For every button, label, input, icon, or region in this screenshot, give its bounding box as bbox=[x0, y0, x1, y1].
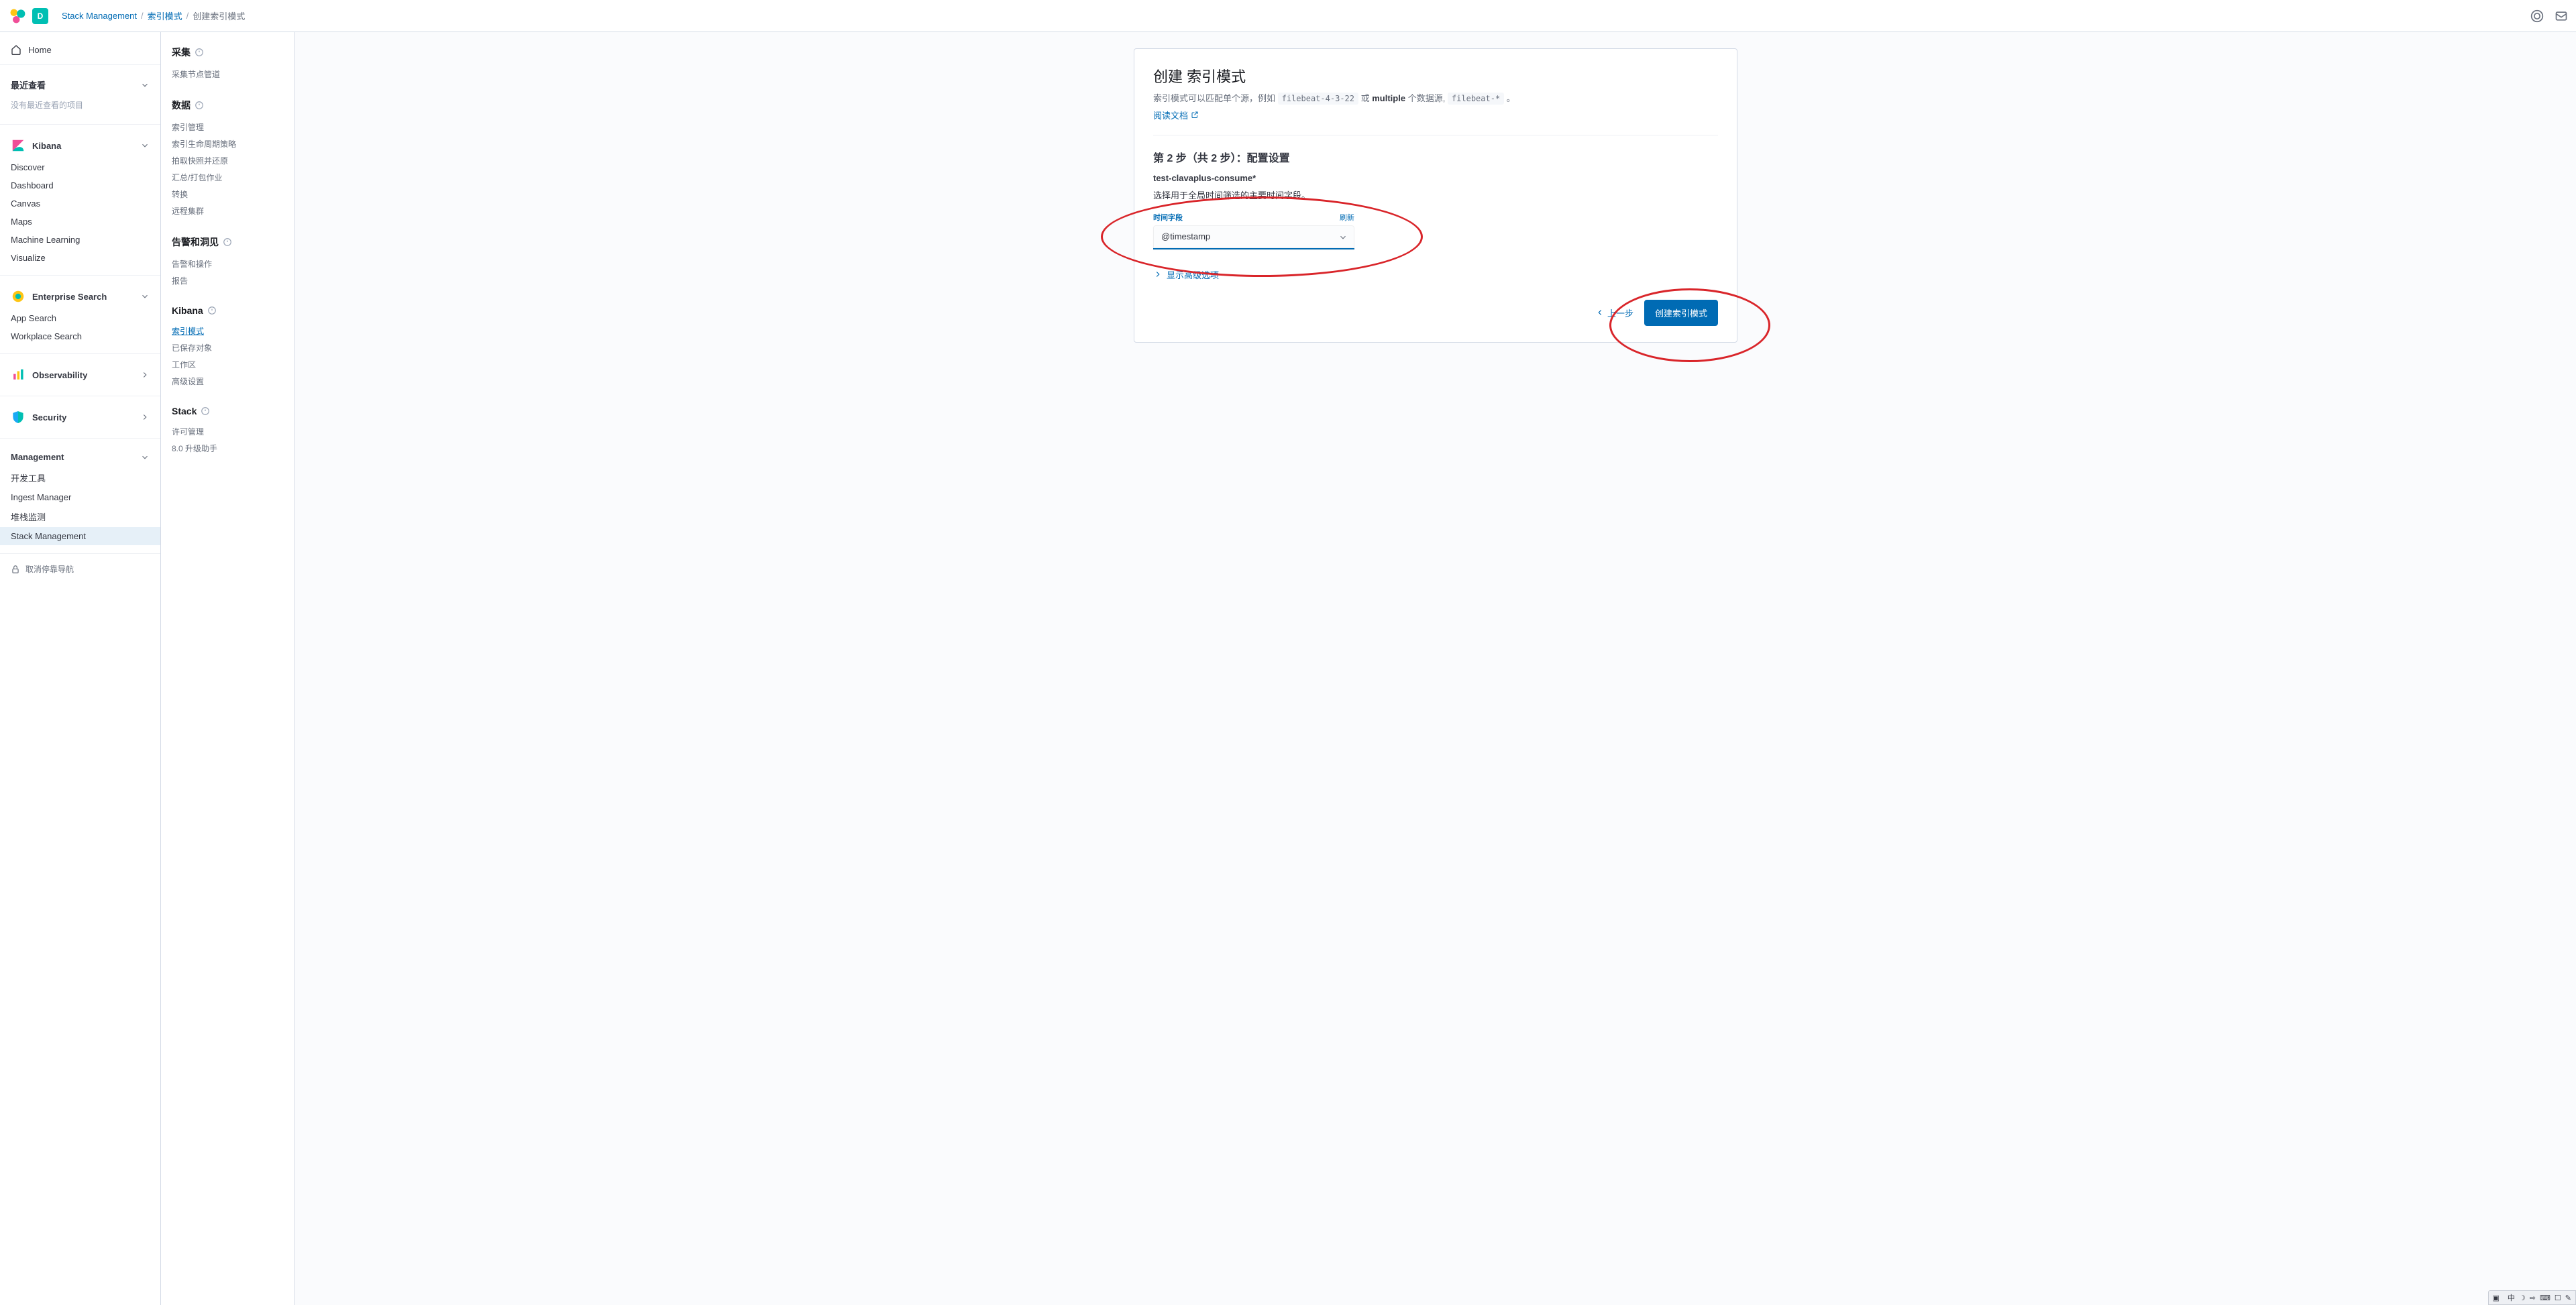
mgmt-group-title: Kibana bbox=[172, 305, 284, 316]
mgmt-link[interactable]: 索引模式 bbox=[172, 323, 284, 339]
chevron-down-icon bbox=[140, 80, 150, 90]
nav-home[interactable]: Home bbox=[0, 38, 160, 62]
mgmt-link[interactable]: 采集节点管道 bbox=[172, 66, 284, 82]
page-title: 创建 索引模式 bbox=[1153, 65, 1718, 87]
observability-icon bbox=[11, 367, 25, 382]
help-icon[interactable] bbox=[2530, 9, 2544, 23]
nav-item[interactable]: Workplace Search bbox=[11, 327, 150, 345]
os-taskbar-tray: ▣ 中 ☽ ⇨ ⌨ ☐ ✎ bbox=[2488, 1290, 2576, 1305]
mgmt-link[interactable]: 远程集群 bbox=[172, 203, 284, 219]
nav-item[interactable]: App Search bbox=[11, 309, 150, 327]
mgmt-group-title: 采集 bbox=[172, 46, 284, 59]
refresh-link[interactable]: 刷新 bbox=[1340, 212, 1354, 223]
mgmt-link[interactable]: 8.0 升级助手 bbox=[172, 440, 284, 457]
nav-item[interactable]: Dashboard bbox=[11, 176, 150, 194]
tray-item[interactable]: ⇨ bbox=[2530, 1294, 2536, 1302]
primary-nav-sidebar: Home 最近查看 没有最近查看的项目 Kibana bbox=[0, 32, 161, 1305]
space-selector[interactable]: D bbox=[32, 8, 48, 24]
nav-home-label: Home bbox=[28, 45, 52, 55]
breadcrumb-link-1[interactable]: 索引模式 bbox=[148, 9, 182, 22]
back-button[interactable]: 上一步 bbox=[1595, 306, 1633, 319]
mgmt-link[interactable]: 拍取快照并还原 bbox=[172, 152, 284, 169]
nav-item[interactable]: Visualize bbox=[11, 249, 150, 267]
mgmt-link[interactable]: 许可管理 bbox=[172, 423, 284, 440]
tray-item[interactable]: ☽ bbox=[2519, 1294, 2526, 1302]
nav-section-observability[interactable]: Observability bbox=[11, 362, 150, 388]
tray-item[interactable]: 中 bbox=[2508, 1294, 2515, 1302]
tray-item[interactable]: ☐ bbox=[2555, 1294, 2561, 1302]
create-index-pattern-button[interactable]: 创建索引模式 bbox=[1644, 300, 1718, 326]
enterprise-search-icon bbox=[11, 289, 25, 304]
kibana-icon bbox=[11, 138, 25, 153]
breadcrumb-current: 创建索引模式 bbox=[193, 9, 245, 22]
management-sidebar: 采集采集节点管道数据索引管理索引生命周期策略拍取快照并还原汇总/打包作业转换远程… bbox=[161, 32, 295, 1305]
tray-item[interactable]: ⌨ bbox=[2540, 1294, 2551, 1302]
nav-section-kibana[interactable]: Kibana bbox=[11, 133, 150, 158]
mgmt-link[interactable]: 转换 bbox=[172, 186, 284, 203]
mgmt-link[interactable]: 索引生命周期策略 bbox=[172, 135, 284, 152]
nav-section-management[interactable]: Management bbox=[11, 447, 150, 467]
chevron-left-icon bbox=[1595, 308, 1605, 317]
time-field-row: 时间字段 刷新 bbox=[1153, 212, 1354, 249]
chevron-down-icon bbox=[140, 453, 150, 462]
nav-section-enterprise-search[interactable]: Enterprise Search bbox=[11, 284, 150, 309]
nav-item[interactable]: Maps bbox=[11, 213, 150, 231]
main-content: 创建 索引模式 索引模式可以匹配单个源，例如 filebeat-4-3-22 或… bbox=[295, 32, 2576, 1305]
mgmt-link[interactable]: 汇总/打包作业 bbox=[172, 169, 284, 186]
nav-section-security[interactable]: Security bbox=[11, 404, 150, 430]
mgmt-link[interactable]: 告警和操作 bbox=[172, 256, 284, 272]
page-description: 索引模式可以匹配单个源，例如 filebeat-4-3-22 或 multipl… bbox=[1153, 92, 1718, 106]
mgmt-group-title: 告警和洞见 bbox=[172, 235, 284, 249]
mgmt-link[interactable]: 索引管理 bbox=[172, 119, 284, 135]
chevron-down-icon bbox=[140, 292, 150, 301]
nav-item[interactable]: 堆栈监测 bbox=[11, 506, 150, 527]
step-title: 第 2 步（共 2 步）：配置设置 bbox=[1153, 149, 1718, 165]
breadcrumb: Stack Management / 索引模式 / 创建索引模式 bbox=[62, 9, 245, 22]
recent-empty-text: 没有最近查看的项目 bbox=[11, 97, 150, 116]
mgmt-group-title: 数据 bbox=[172, 99, 284, 112]
show-advanced-toggle[interactable]: 显示高级选项 bbox=[1153, 268, 1718, 281]
mgmt-link[interactable]: 已保存对象 bbox=[172, 339, 284, 356]
mgmt-link[interactable]: 工作区 bbox=[172, 356, 284, 373]
mgmt-link[interactable]: 报告 bbox=[172, 272, 284, 289]
newsfeed-icon[interactable] bbox=[2555, 9, 2568, 23]
time-field-select[interactable] bbox=[1153, 225, 1354, 249]
tray-item[interactable]: ✎ bbox=[2565, 1294, 2571, 1302]
elastic-logo-icon[interactable] bbox=[8, 7, 27, 25]
chevron-down-icon bbox=[140, 141, 150, 150]
external-link-icon bbox=[1191, 111, 1199, 119]
create-index-pattern-panel: 创建 索引模式 索引模式可以匹配单个源，例如 filebeat-4-3-22 或… bbox=[1134, 48, 1737, 343]
security-icon bbox=[11, 410, 25, 424]
chevron-right-icon bbox=[140, 412, 150, 422]
breadcrumb-link-0[interactable]: Stack Management bbox=[62, 11, 137, 21]
index-pattern-name: test-clavaplus-consume* bbox=[1153, 173, 1718, 183]
mgmt-group-title: Stack bbox=[172, 406, 284, 416]
nav-item[interactable]: Canvas bbox=[11, 194, 150, 213]
lock-icon bbox=[11, 565, 20, 574]
mgmt-link[interactable]: 高级设置 bbox=[172, 373, 284, 390]
tray-item[interactable]: ▣ bbox=[2493, 1294, 2500, 1302]
nav-section-recent[interactable]: 最近查看 bbox=[11, 73, 150, 97]
undock-nav[interactable]: 取消停靠导航 bbox=[0, 557, 160, 581]
nav-item[interactable]: Machine Learning bbox=[11, 231, 150, 249]
chevron-right-icon bbox=[1153, 270, 1163, 279]
nav-item[interactable]: Stack Management bbox=[0, 527, 160, 545]
chevron-right-icon bbox=[140, 370, 150, 380]
nav-item[interactable]: Discover bbox=[11, 158, 150, 176]
nav-item[interactable]: Ingest Manager bbox=[11, 488, 150, 506]
nav-item[interactable]: 开发工具 bbox=[11, 467, 150, 488]
top-header: D Stack Management / 索引模式 / 创建索引模式 bbox=[0, 0, 2576, 32]
time-field-label: 时间字段 bbox=[1153, 212, 1183, 223]
help-text: 选择用于全局时间筛选的主要时间字段。 bbox=[1153, 188, 1718, 201]
read-docs-link[interactable]: 阅读文档 bbox=[1153, 109, 1199, 121]
